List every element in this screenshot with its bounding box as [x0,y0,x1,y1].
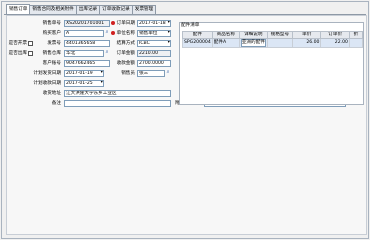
unit-label: 单位名称 [116,31,135,36]
part-desc-editor[interactable]: 亚洲的配件 [240,39,266,47]
column-header[interactable]: 单价 [292,31,322,39]
order-price-cell[interactable]: 22.00 [320,38,350,48]
tab-invoice-management[interactable]: 发票管理 [131,5,157,14]
tab-outbound-records[interactable]: 出库记录 [75,5,101,14]
total-label: 订单金额 [116,51,135,56]
order-date-picker[interactable]: 2017-01-18 [137,20,171,27]
account-label: 客户账号 [42,61,61,66]
remark-field[interactable] [64,100,171,107]
ship-date-picker[interactable]: 2017-01-19 [64,70,104,77]
order-date-label: 订单日期 [116,21,135,26]
sales-order-panel: 销售单号 XS20201701001 订单日期 2017-01-18 购买客户 … [6,15,367,235]
is-outbound-label: 是否出库 [8,51,27,56]
settle-label: 结算方式 [116,41,135,46]
customer-field[interactable]: A [64,30,104,37]
customer-label: 购买客户 [42,31,61,36]
tab-bar: 销售订单 销售合同及相关附件 出库记录 订单收款记录 发票管理 [6,4,157,14]
invoice-label: 发票号 [47,41,61,46]
invoice-no-field[interactable]: 4401365658 [64,40,110,47]
tab-contract-attachments[interactable]: 销售合同及相关附件 [29,5,77,14]
salesman-label: 销售员 [121,71,135,76]
column-header[interactable]: 订单价 [320,31,350,39]
account-field[interactable]: 9047662465 [64,60,110,67]
unit-price-cell[interactable]: 26.00 [292,38,322,48]
parts-grid: 配件 商品名称 详细说明 规格型号 单价 订单价 折 SPG200004 配件A… [182,31,364,48]
settle-select[interactable]: ICBC [137,40,171,47]
order-no-field[interactable]: XS20201701001 [64,20,110,27]
search-icon[interactable]: ⌕ [104,30,110,36]
warehouse-label: 销售仓库 [42,51,61,56]
ship-date-label: 计划发货日期 [33,71,61,76]
salesman-field[interactable]: 张三 [137,70,165,77]
address-field[interactable]: 江大洪隆大学东乡工业区 [64,90,171,97]
search-icon[interactable]: ⌕ [104,50,110,56]
part-desc-cell[interactable]: 亚洲的配件 [238,38,268,48]
part-spec-cell[interactable] [266,38,294,48]
column-header[interactable]: 商品名称 [211,31,240,39]
window-frame: 销售订单 销售合同及相关附件 出库记录 订单收款记录 发票管理 销售单号 XS2… [1,1,369,239]
table-row[interactable]: SPG200004 配件A 亚洲的配件 26.00 22.00 [182,38,364,48]
unit-select[interactable]: 销售单位 [137,30,171,37]
order-no-label: 销售单号 [42,21,61,26]
warehouse-field[interactable]: 华北 [64,50,104,57]
parts-list-group: 配件清单 配件 商品名称 详细说明 规格型号 单价 订单价 折 SPG20000… [179,22,364,105]
column-header[interactable]: 折 [348,31,364,39]
recv-date-picker[interactable]: 2017-01-25 [64,80,104,87]
recv-date-label: 计划收款日期 [33,81,61,86]
discount-cell[interactable] [348,38,364,48]
total-field[interactable]: 2210.00 [137,50,171,57]
part-code-cell[interactable]: SPG200004 [182,38,213,48]
search-icon[interactable]: ⌕ [165,70,171,76]
has-invoice-checkbox[interactable] [28,41,33,46]
column-header[interactable]: 规格型号 [266,31,294,39]
received-label: 收款金额 [116,61,135,66]
has-invoice-label: 是否开票 [8,41,27,46]
part-name-cell[interactable]: 配件A [211,38,240,48]
remark-label: 备注 [51,101,61,106]
tab-sales-order[interactable]: 销售订单 [6,4,31,14]
is-outbound-checkbox[interactable] [28,51,33,56]
parts-list-title: 配件清单 [181,23,200,28]
column-header[interactable]: 配件 [182,31,213,39]
column-header[interactable]: 详细说明 [238,31,268,39]
received-field[interactable]: 2700.0000 [137,60,171,67]
tab-payment-records[interactable]: 订单收款记录 [99,5,133,14]
address-label: 收货地址 [42,91,61,96]
